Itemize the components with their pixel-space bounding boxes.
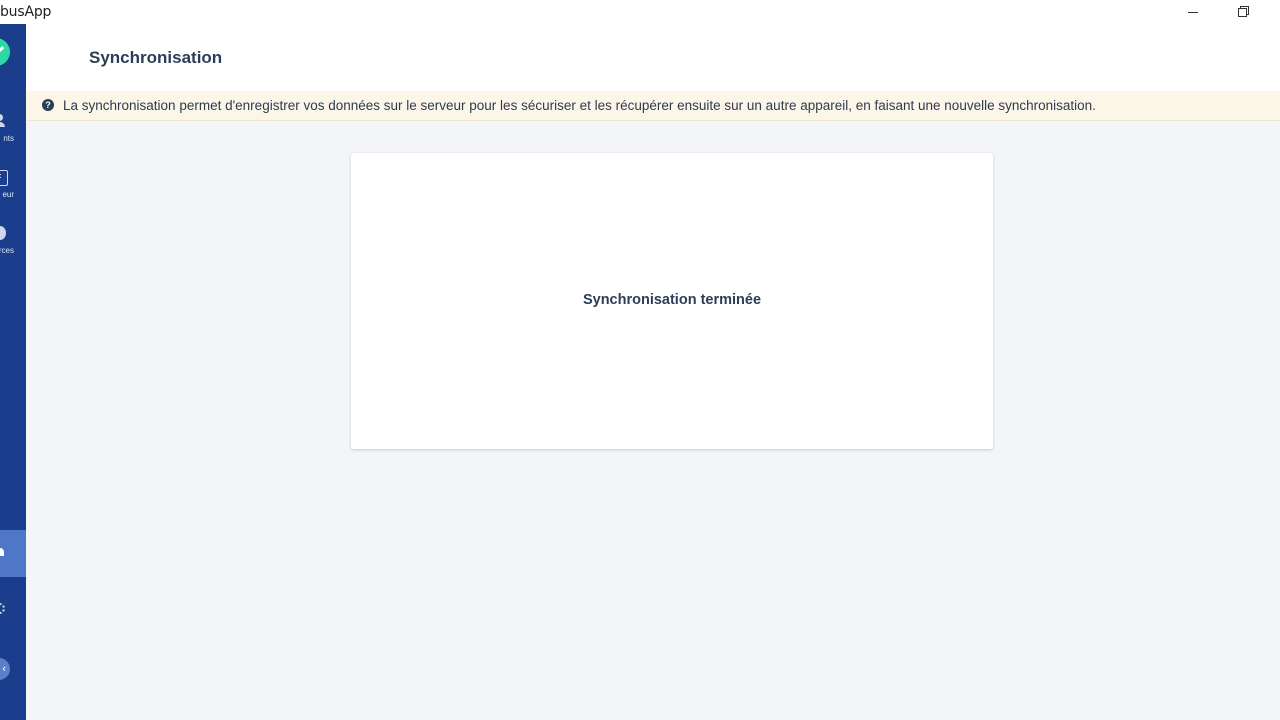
gear-icon[interactable] xyxy=(0,603,5,614)
sidebar-item-sync-active[interactable] xyxy=(0,530,26,577)
document-icon xyxy=(0,170,8,186)
sidebar-item-editor[interactable]: eur xyxy=(0,170,26,218)
sync-status-card: Synchronisation terminée xyxy=(351,153,993,449)
sidebar-item-clients[interactable]: nts xyxy=(0,114,26,162)
chevron-left-icon: ‹ xyxy=(2,663,6,675)
page-header: Synchronisation xyxy=(26,24,1280,91)
question-circle-icon: ? xyxy=(42,99,54,111)
sidebar-item-label: nts xyxy=(3,134,14,143)
avatar[interactable]: ‹ xyxy=(0,658,10,680)
window-titlebar: busApp xyxy=(0,0,1280,24)
restore-button[interactable] xyxy=(1219,0,1265,24)
sidebar-item-resources[interactable]: rces xyxy=(0,226,26,274)
minimize-button[interactable] xyxy=(1170,0,1216,24)
minimize-icon xyxy=(1188,11,1198,13)
info-banner: ? La synchronisation permet d'enregistre… xyxy=(26,91,1280,121)
info-banner-text: La synchronisation permet d'enregistrer … xyxy=(63,98,1096,113)
sidebar: nts eur rces ‹ xyxy=(0,24,26,720)
user-icon xyxy=(0,114,6,128)
sidebar-item-label: rces xyxy=(0,246,14,255)
app-title: busApp xyxy=(0,4,52,20)
sidebar-item-label: eur xyxy=(2,190,14,199)
home-icon xyxy=(0,548,4,556)
sync-status-text: Synchronisation terminée xyxy=(582,292,762,308)
app-logo-icon[interactable] xyxy=(0,38,10,66)
restore-icon xyxy=(1237,5,1249,17)
page-title: Synchronisation xyxy=(89,48,223,67)
circle-icon xyxy=(0,226,6,240)
